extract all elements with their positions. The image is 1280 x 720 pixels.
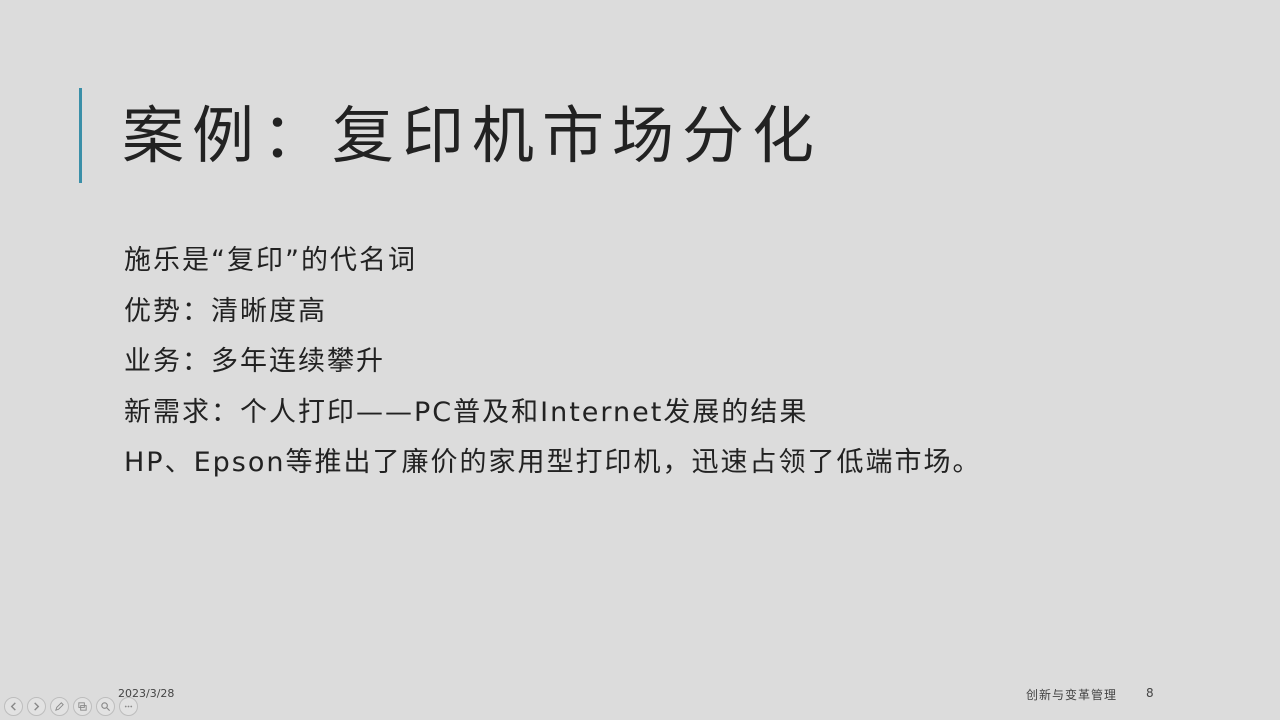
bullet-item: 新需求：个人打印——PC普及和Internet发展的结果 bbox=[124, 396, 809, 428]
bullet-item: 施乐是“复印”的代名词 bbox=[124, 245, 417, 276]
slides-icon bbox=[78, 702, 87, 711]
slide-title: 案例：复印机市场分化 bbox=[122, 99, 823, 172]
next-icon bbox=[34, 702, 40, 711]
more-icon bbox=[124, 705, 133, 708]
title-accent-bar bbox=[79, 88, 82, 183]
pen-tool-button[interactable] bbox=[50, 697, 69, 716]
bullet-item: 业务：多年连续攀升 bbox=[124, 346, 385, 377]
pen-icon bbox=[55, 702, 64, 711]
previous-slide-button[interactable] bbox=[4, 697, 23, 716]
bullet-item: HP、Epson等推出了廉价的家用型打印机，迅速占领了低端市场。 bbox=[124, 447, 982, 478]
footer-course-name: 创新与变革管理 bbox=[1026, 688, 1118, 702]
slide-number: 8 bbox=[1146, 686, 1154, 700]
zoom-button[interactable] bbox=[96, 697, 115, 716]
zoom-icon bbox=[101, 702, 111, 712]
bullet-list: 施乐是“复印”的代名词 优势：清晰度高 业务：多年连续攀升 新需求：个人打印——… bbox=[124, 236, 981, 489]
previous-icon bbox=[10, 702, 16, 711]
next-slide-button[interactable] bbox=[27, 697, 46, 716]
bullet-item: 优势：清晰度高 bbox=[124, 295, 327, 327]
see-all-slides-button[interactable] bbox=[73, 697, 92, 716]
presentation-toolbar bbox=[4, 697, 138, 716]
slide: 案例：复印机市场分化 施乐是“复印”的代名词 优势：清晰度高 业务：多年连续攀升… bbox=[0, 0, 1280, 720]
more-options-button[interactable] bbox=[119, 697, 138, 716]
